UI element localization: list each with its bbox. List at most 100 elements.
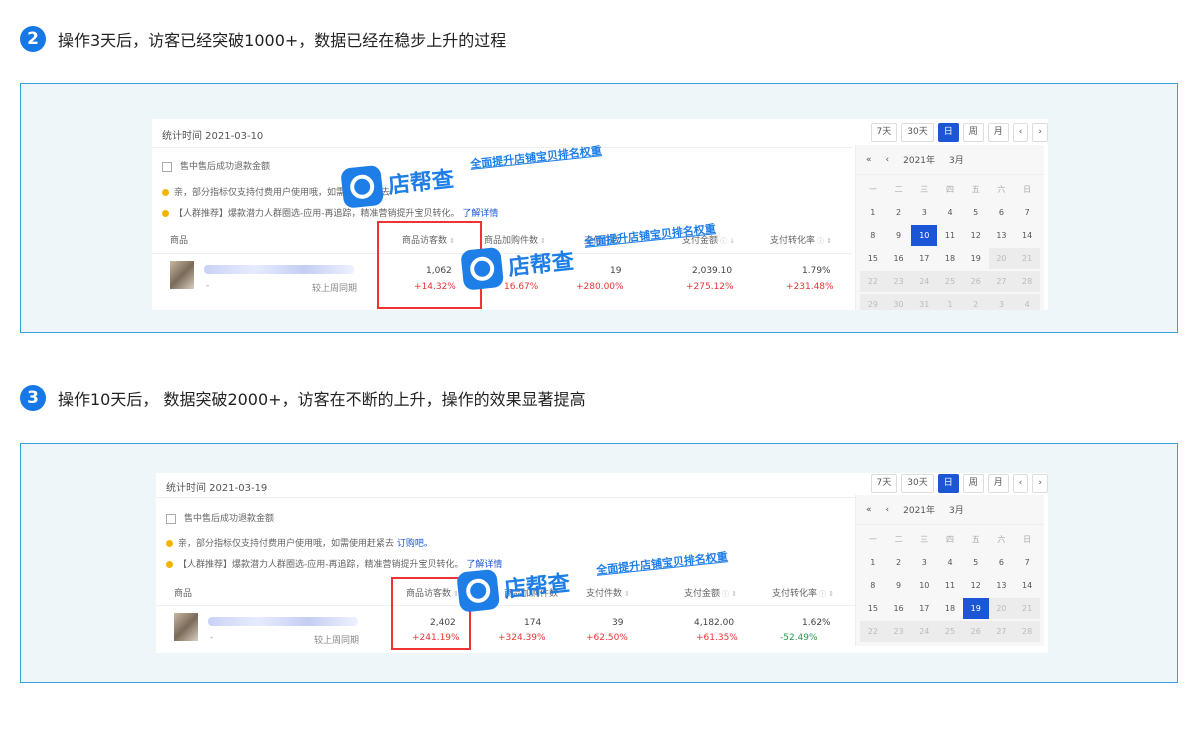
prev-month-icon[interactable]: ‹ (886, 155, 890, 165)
calendar-day[interactable]: 1 (860, 202, 886, 223)
range-month-button[interactable]: 月 (987, 123, 1009, 142)
watermark-logo-icon (340, 164, 385, 209)
product-thumbnail[interactable] (170, 261, 194, 289)
calendar-day[interactable]: 11 (937, 575, 963, 596)
range-day-button[interactable]: 日 (937, 474, 959, 493)
calendar-day[interactable]: 2 (886, 202, 912, 223)
prev-icon[interactable]: ‹ (1012, 123, 1029, 142)
calendar-day[interactable]: 12 (963, 225, 989, 246)
calendar-day: 2 (962, 294, 989, 310)
calendar-weekday: 日 (1023, 535, 1032, 544)
prev-year-icon[interactable]: « (866, 505, 872, 515)
range-7d-button[interactable]: 7天 (870, 123, 898, 142)
calendar-day: 27 (988, 621, 1015, 642)
notice-text: 【人群推荐】爆款潜力人群圈选-应用-再追踪，精准营销提升宝贝转化。 (174, 209, 460, 219)
calendar-day[interactable]: 13 (989, 575, 1015, 596)
range-day-button[interactable]: 日 (937, 123, 959, 142)
calendar-day[interactable]: 5 (963, 202, 989, 223)
range-week-button[interactable]: 周 (962, 474, 984, 493)
calendar-day[interactable]: 4 (937, 552, 963, 573)
calendar-day: 25 (937, 621, 963, 642)
calendar-day[interactable]: 17 (911, 598, 937, 619)
calendar-day[interactable]: 8 (860, 225, 886, 246)
checkbox-icon[interactable] (162, 161, 172, 172)
calendar-day[interactable]: 16 (886, 598, 912, 619)
calendar-day[interactable]: 8 (860, 575, 886, 596)
product-name-blurred[interactable] (204, 265, 354, 274)
refund-checkbox-row[interactable]: 售中售后成功退款金额 (162, 159, 270, 172)
product-thumbnail[interactable] (174, 613, 198, 641)
calendar-day[interactable]: 18 (937, 248, 963, 269)
calendar-day[interactable]: 9 (886, 575, 912, 596)
calendar-day[interactable]: 9 (886, 225, 912, 246)
calendar-year[interactable]: 2021年 (903, 503, 935, 516)
calendar-day[interactable]: 6 (989, 202, 1015, 223)
calendar-day[interactable]: 19 (963, 248, 989, 269)
prev-month-icon[interactable]: ‹ (886, 505, 890, 515)
calendar-month[interactable]: 3月 (949, 503, 964, 516)
calendar-day[interactable]: 2 (886, 552, 912, 573)
analytics-screenshot: 统计时间 2021-03-19 7天 30天 日 周 月 ‹ › 售中售后成功退… (156, 473, 1048, 653)
product-name-blurred[interactable] (208, 617, 358, 626)
calendar-day[interactable]: 3 (911, 202, 937, 223)
calendar-day[interactable]: 15 (860, 248, 886, 269)
calendar-day[interactable]: 17 (911, 248, 937, 269)
calendar-day[interactable]: 10 (911, 225, 938, 246)
calendar-day[interactable]: 7 (1014, 552, 1040, 573)
calendar-day[interactable]: 14 (1014, 575, 1040, 596)
calendar-weekday: 一 (868, 535, 877, 544)
subscribe-link[interactable]: 订购吧。 (397, 539, 433, 549)
calendar-day[interactable]: 10 (911, 575, 937, 596)
calendar-day[interactable]: 11 (937, 225, 963, 246)
calendar-day[interactable]: 6 (989, 552, 1015, 573)
range-month-button[interactable]: 月 (987, 474, 1009, 493)
range-7d-button[interactable]: 7天 (870, 474, 898, 493)
col-header-product: 商品 (170, 236, 189, 246)
col-header-paid-amount[interactable]: 支付金额 ⓘ ⇕ (684, 586, 737, 599)
calendar-day: 22 (860, 271, 886, 292)
calendar-month[interactable]: 3月 (949, 153, 964, 166)
cell-paid-qty-change: +280.00% (576, 282, 624, 292)
range-30d-button[interactable]: 30天 (901, 123, 934, 142)
next-icon[interactable]: › (1032, 474, 1048, 493)
calendar-day[interactable]: 16 (886, 248, 912, 269)
checkbox-icon[interactable] (166, 513, 176, 524)
calendar-day[interactable]: 7 (1014, 202, 1040, 223)
calendar-weekday: 五 (971, 185, 980, 194)
range-week-button[interactable]: 周 (962, 123, 984, 142)
prev-year-icon[interactable]: « (866, 155, 872, 165)
date-calendar: « ‹ 2021年 3月 一二三四五六日 1 2 3 4 5 6 7 8 9 10 11 12 13 14 1… (855, 145, 1044, 310)
calendar-day[interactable]: 15 (860, 598, 886, 619)
cell-paid-qty: 39 (612, 618, 624, 628)
step-heading: 3 操作10天后， 数据突破2000+，访客在不断的上升，操作的效果显著提高 (20, 385, 586, 411)
calendar-day[interactable]: 12 (963, 575, 989, 596)
calendar-day[interactable]: 3 (911, 552, 937, 573)
step-title: 操作10天后， 数据突破2000+，访客在不断的上升，操作的效果显著提高 (58, 390, 586, 409)
prev-icon[interactable]: ‹ (1012, 474, 1029, 493)
screenshot-frame: 统计时间 2021-03-10 7天 30天 日 周 月 ‹ › 售中售后成功退… (20, 83, 1178, 333)
calendar-day[interactable]: 5 (963, 552, 989, 573)
notice-crowd: 【人群推荐】爆款潜力人群圈选-应用-再追踪，精准营销提升宝贝转化。 了解详情 (166, 557, 502, 570)
calendar-day[interactable]: 4 (937, 202, 963, 223)
notice-text: 【人群推荐】爆款潜力人群圈选-应用-再追踪，精准营销提升宝贝转化。 (178, 560, 464, 570)
calendar-day[interactable]: 13 (989, 225, 1015, 246)
calendar-day[interactable]: 18 (937, 598, 963, 619)
calendar-day[interactable]: 14 (1014, 225, 1040, 246)
learn-more-link[interactable]: 了解详情 (462, 209, 498, 219)
calendar-day: 3 (988, 294, 1015, 310)
refund-checkbox-row[interactable]: 售中售后成功退款金额 (166, 511, 274, 524)
calendar-day[interactable]: 19 (962, 598, 989, 619)
calendar-weekday: 二 (894, 185, 903, 194)
range-30d-button[interactable]: 30天 (901, 474, 934, 493)
calendar-weekday: 六 (997, 185, 1006, 194)
next-icon[interactable]: › (1032, 123, 1048, 142)
warning-icon (166, 561, 173, 568)
col-header-paid-qty[interactable]: 支付件数 ⇕ (586, 586, 630, 599)
col-header-conversion[interactable]: 支付转化率 ⓘ ⇕ (772, 586, 834, 599)
calendar-day[interactable]: 1 (860, 552, 886, 573)
cell-cart: 174 (524, 618, 542, 628)
calendar-day: 20 (988, 248, 1015, 269)
notice-text: 亲，部分指标仅支持付费用户使用哦，如需使用赶紧去 (178, 539, 395, 549)
col-header-conversion[interactable]: 支付转化率 ⓘ ⇕ (770, 233, 832, 246)
calendar-year[interactable]: 2021年 (903, 153, 935, 166)
